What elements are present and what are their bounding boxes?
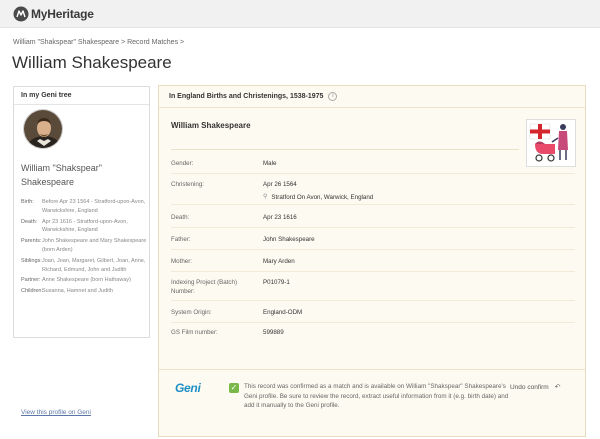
undo-confirm-button[interactable]: Undo confirm ↶ (510, 383, 561, 392)
fact-label: Children: (21, 288, 44, 295)
breadcrumb[interactable]: William "Shakspear" Shakespeare > Record… (13, 39, 184, 46)
record-value: P01079-1 (263, 279, 290, 286)
england-births-thumbnail-icon (526, 119, 576, 167)
record-collection-header: In England Births and Christenings, 1538… (159, 86, 585, 108)
fact-label: Death: (21, 218, 38, 225)
logo-text: MyHeritage (31, 7, 94, 21)
record-label: Indexing Project (Batch) Number: (171, 279, 238, 295)
fact-siblings: Siblings: Joan, Joan, Margaret, Gilbert, … (21, 257, 149, 275)
record-label: Father: (171, 236, 191, 243)
record-label: System Origin: (171, 309, 212, 316)
fact-label: Birth: (21, 199, 34, 205)
record-label: Mother: (171, 258, 192, 265)
match-message: This record was confirmed as a match and… (244, 383, 509, 409)
collection-title: In England Births and Christenings, 1538… (169, 93, 324, 100)
geni-logo: Geni (175, 381, 201, 395)
record-label: Christening: (171, 181, 205, 188)
geni-card-title: In my Geni tree (14, 87, 149, 105)
fact-value: Before Apr 23 1564 - Stratford-upon-Avon… (42, 199, 146, 214)
place-text: Stratford On Avon, Warwick, England (271, 194, 374, 201)
avatar (23, 109, 63, 149)
record-value: Apr 26 1564 ⚲ Stratford On Avon, Warwick… (263, 180, 373, 202)
fact-value: Apr 23 1616 - Stratford-upon-Avon, Warwi… (42, 218, 128, 234)
record-value: Mary Arden (263, 258, 295, 265)
undo-confirm-label: Undo confirm (510, 383, 549, 391)
geni-match-panel: Geni ✓ This record was confirmed as a ma… (159, 369, 585, 436)
record-label: Death: (171, 214, 190, 221)
divider (171, 322, 575, 323)
fact-value: Anne Shakespeare (born Hathaway) (42, 277, 131, 284)
geni-tree-card: In my Geni tree William "Shakspear" Shak… (13, 86, 150, 416)
fact-label: Parents: (21, 238, 42, 245)
christening-date: Apr 26 1564 (263, 181, 297, 188)
top-bar: MyHeritage (0, 0, 600, 28)
info-icon[interactable]: i (328, 92, 338, 101)
view-geni-profile-link[interactable]: View this profile on Geni (21, 409, 91, 416)
fact-label: Partner: (21, 277, 41, 284)
fact-children: Children: Susanna, Hamnet and Judith (21, 287, 149, 296)
geni-facts: Birth: Before Apr 23 1564 - Stratford-upo… (21, 198, 149, 298)
record-card: In England Births and Christenings, 1538… (158, 85, 586, 437)
divider (171, 173, 575, 174)
fact-value: Joan, Joan, Margaret, Gilbert, Joan, Ann… (42, 257, 146, 273)
myheritage-logo[interactable]: MyHeritage (13, 6, 94, 22)
divider (171, 300, 575, 301)
divider (171, 204, 575, 205)
fact-label: Siblings: (21, 257, 42, 264)
record-value: Apr 23 1616 (263, 214, 297, 221)
fact-partner: Partner: Anne Shakespeare (born Hathaway) (21, 276, 149, 285)
undo-icon: ↶ (554, 384, 561, 391)
record-value: England-ODM (263, 309, 303, 316)
fact-birth: Birth: Before Apr 23 1564 - Stratford-upo… (21, 198, 149, 216)
record-label: Gender: (171, 160, 194, 167)
divider (171, 227, 575, 228)
myheritage-logo-icon (13, 6, 29, 22)
divider (171, 271, 575, 272)
divider (171, 149, 519, 150)
record-value: John Shakespeare (263, 236, 315, 243)
page-title: William Shakespeare (12, 53, 172, 72)
location-pin-icon: ⚲ (263, 194, 268, 200)
divider (171, 249, 575, 250)
fact-death: Death: Apr 23 1616 - Stratford-upon-Avon,… (21, 218, 149, 236)
record-value: Male (263, 160, 277, 167)
fact-parents: Parents: John Shakespeare and Mary Shakes… (21, 237, 149, 255)
fact-value: John Shakespeare and Mary Shakespeare (b… (42, 238, 147, 253)
record-person-name: William Shakespeare (171, 121, 251, 130)
confirmed-check-icon: ✓ (229, 383, 239, 393)
fact-value: Susanna, Hamnet and Judith (42, 288, 113, 295)
record-label: GS Film number: (171, 329, 218, 336)
geni-person-name: William "Shakspear" Shakespeare (21, 163, 102, 187)
christening-place: ⚲ Stratford On Avon, Warwick, England (263, 193, 373, 202)
record-value: 599889 (263, 329, 284, 336)
